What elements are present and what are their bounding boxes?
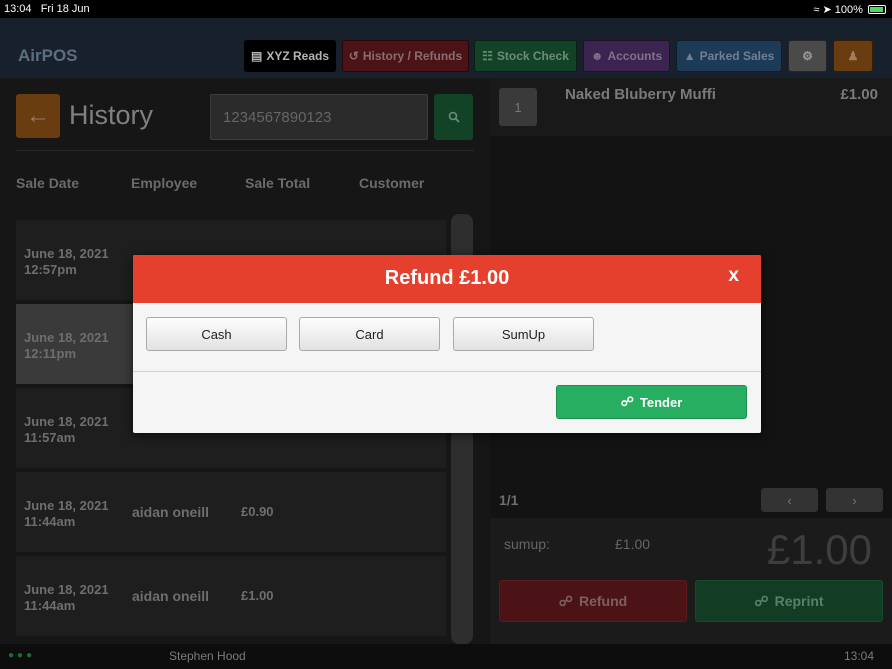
footer-bar: ●●● Stephen Hood 13:04	[0, 644, 892, 669]
sumup-button[interactable]: SumUp	[453, 317, 594, 351]
user-button[interactable]: ♟	[833, 40, 873, 72]
parked-sales-button[interactable]: ▲ Parked Sales	[676, 40, 782, 72]
xyz-reads-button[interactable]: ▤ XYZ Reads	[244, 40, 336, 72]
wifi-icon: ≈	[813, 4, 820, 16]
row-date-day: June 18, 2021	[24, 414, 109, 429]
row-date: June 18, 2021 12:11pm	[24, 330, 109, 362]
back-button[interactable]: ←	[16, 94, 60, 138]
reprint-button[interactable]: ☍ Reprint	[695, 580, 883, 622]
stock-check-label: Stock Check	[496, 49, 569, 63]
row-date-day: June 18, 2021	[24, 246, 109, 261]
row-date-day: June 18, 2021	[24, 498, 109, 513]
row-total: £1.00	[241, 588, 274, 603]
tender-button[interactable]: ☍ Tender	[556, 385, 747, 419]
column-header-customer[interactable]: Customer	[359, 175, 424, 191]
cash-button[interactable]: Cash	[146, 317, 287, 351]
modal-title: Refund £1.00	[384, 267, 510, 289]
column-header-sale-total[interactable]: Sale Total	[245, 175, 310, 191]
user-icon: ♟	[847, 49, 859, 63]
row-employee: aidan oneill	[132, 588, 210, 604]
close-button[interactable]: x	[728, 265, 739, 287]
battery-percent: 100%	[834, 4, 863, 16]
row-date-time: 12:11pm	[24, 346, 77, 361]
table-row[interactable]: June 18, 2021 11:44am aidan oneill £1.00	[16, 556, 446, 636]
settings-button[interactable]: ⚙	[788, 40, 827, 72]
arrow-left-icon: ←	[26, 102, 50, 129]
card-button[interactable]: Card	[299, 317, 440, 351]
chevron-right-icon: ›	[852, 492, 857, 508]
row-date-time: 11:57am	[24, 430, 76, 445]
row-total: £0.90	[241, 504, 274, 519]
location-icon: ➤	[822, 4, 832, 16]
row-date-time: 11:44am	[24, 598, 76, 613]
row-date-time: 12:57pm	[24, 262, 77, 277]
battery-icon	[868, 5, 886, 14]
footer-time: 13:04	[843, 649, 874, 663]
reprint-label: Reprint	[774, 593, 824, 609]
row-date-day: June 18, 2021	[24, 582, 109, 597]
refund-button[interactable]: ☍ Refund	[499, 580, 687, 622]
list-icon: ▤	[250, 49, 263, 63]
sale-line-item[interactable]: 1 Naked Bluberry Muffi £1.00	[490, 78, 892, 136]
modal-header: Refund £1.00 x	[133, 255, 761, 303]
cart-icon: ☍	[558, 592, 573, 609]
tender-label: Tender	[639, 394, 683, 410]
column-header-employee[interactable]: Employee	[131, 175, 197, 191]
xyz-reads-label: XYZ Reads	[266, 49, 330, 63]
ios-status-bar: 13:04 Fri 18 Jun ≈ ➤ 100%	[0, 0, 892, 18]
history-refunds-label: History / Refunds	[362, 49, 463, 63]
header-divider	[16, 150, 474, 151]
status-time: 13:04	[4, 3, 32, 15]
refund-label: Refund	[578, 593, 628, 609]
top-nav: AirPOS ▤ XYZ Reads ↺ History / Refunds ☷…	[0, 18, 892, 78]
status-date: Fri 18 Jun	[40, 3, 90, 15]
status-right: ≈ ➤ 100%	[813, 3, 886, 16]
pos-app: 13:04 Fri 18 Jun ≈ ➤ 100% AirPOS ▤ XYZ R…	[0, 0, 892, 669]
row-date-day: June 18, 2021	[24, 330, 109, 345]
logged-in-user: Stephen Hood	[169, 649, 246, 663]
payment-amount: £1.00	[615, 536, 651, 552]
row-employee: aidan oneill	[132, 504, 210, 520]
sale-total: £1.00	[766, 526, 872, 573]
next-page-button[interactable]: ›	[826, 488, 883, 512]
history-refunds-button[interactable]: ↺ History / Refunds	[342, 40, 469, 72]
brand-logo: AirPOS	[18, 46, 78, 65]
barcode-icon: ☷	[482, 49, 493, 63]
totals-area: sumup: £1.00 £1.00 ☍ Refund ☍ Reprint	[490, 518, 892, 644]
page-title: History	[69, 100, 154, 130]
item-quantity: 1	[499, 88, 537, 126]
car-icon: ▲	[683, 49, 696, 63]
modal-divider	[133, 371, 761, 372]
row-date: June 18, 2021 11:44am	[24, 498, 109, 530]
row-date: June 18, 2021 11:57am	[24, 414, 109, 446]
prev-page-button[interactable]: ‹	[761, 488, 818, 512]
gear-icon: ⚙	[802, 49, 813, 63]
stock-check-button[interactable]: ☷ Stock Check	[474, 40, 577, 72]
row-date-time: 11:44am	[24, 514, 76, 529]
accounts-button[interactable]: ☻ Accounts	[583, 40, 670, 72]
parked-sales-label: Parked Sales	[699, 49, 775, 63]
row-date: June 18, 2021 11:44am	[24, 582, 109, 614]
status-datetime: 13:04 Fri 18 Jun	[4, 3, 90, 15]
payment-method: sumup:	[504, 536, 550, 552]
column-header-sale-date[interactable]: Sale Date	[16, 175, 79, 191]
row-date: June 18, 2021 12:57pm	[24, 246, 109, 278]
cart-icon: ☍	[620, 394, 634, 409]
search-input[interactable]	[210, 94, 428, 140]
connection-status-icon: ●●●	[8, 650, 36, 661]
refund-modal: Refund £1.00 x Cash Card SumUp ☍ Tender	[133, 255, 761, 433]
search-icon	[448, 111, 460, 123]
history-icon: ↺	[348, 49, 359, 63]
users-icon: ☻	[590, 49, 604, 63]
page-indicator: 1/1	[499, 492, 519, 508]
cart-icon: ☍	[754, 592, 769, 609]
chevron-left-icon: ‹	[787, 492, 792, 508]
table-row[interactable]: June 18, 2021 11:44am aidan oneill £0.90	[16, 472, 446, 552]
accounts-label: Accounts	[607, 49, 663, 63]
item-price: £1.00	[840, 86, 878, 103]
item-name: Naked Bluberry Muffi	[565, 86, 716, 103]
search-button[interactable]	[434, 94, 473, 140]
